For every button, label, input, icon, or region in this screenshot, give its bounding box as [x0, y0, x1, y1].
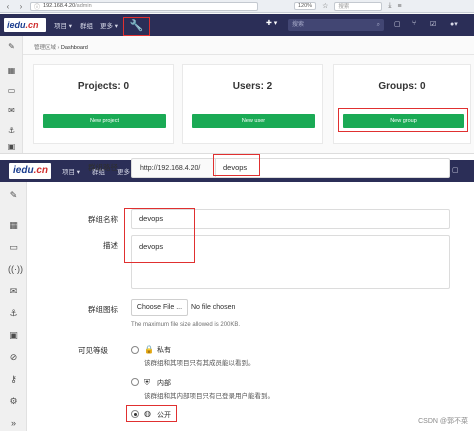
group-path-label: 群组路径 — [88, 163, 118, 172]
visibility-internal-title: 内部 — [157, 380, 171, 387]
site-logo[interactable]: iedu.cn — [9, 163, 51, 179]
wrench-icon[interactable]: ✎ — [7, 42, 16, 51]
url-path: /admin — [75, 3, 92, 9]
forward-icon[interactable]: › — [16, 2, 26, 11]
address-bar[interactable]: ⓘ 192.168.4.20 /admin — [30, 1, 258, 11]
visibility-private-radio[interactable] — [131, 346, 139, 354]
system-info-icon[interactable]: ((·)) — [8, 264, 23, 275]
choose-file-button[interactable]: Choose File ... — [131, 299, 188, 316]
messages-icon[interactable]: ✉ — [7, 106, 16, 115]
group-path-prefix: http://192.168.4.20/ — [131, 158, 215, 178]
groups-count: Groups: 0 — [378, 81, 426, 92]
group-avatar-label: 群组图标 — [88, 305, 118, 314]
group-path-highlight — [213, 154, 260, 176]
avatar[interactable]: ●▾ — [450, 20, 458, 28]
search-icon: ⌕ — [376, 22, 380, 28]
nav-projects[interactable]: 项目 ▾ — [54, 20, 72, 30]
messages-icon[interactable]: ✉ — [8, 286, 19, 297]
wrench-icon[interactable]: ✎ — [8, 190, 19, 201]
info-icon: ⓘ — [34, 4, 41, 11]
projects-card: Projects: 0 New project — [33, 64, 174, 144]
file-status: No file chosen — [191, 304, 236, 311]
new-user-button[interactable]: New user — [192, 114, 315, 128]
public-visibility-highlight — [126, 405, 177, 422]
top-navbar: iedu.cn 项目 ▾ 群组 更多 ▾ ✚ ▾ 搜索 ⌕ ▢ ⑂ ☑ ●▾ — [0, 14, 474, 36]
monitoring-icon[interactable]: ▭ — [7, 86, 16, 95]
breadcrumb-parent[interactable]: 管理区域 — [34, 45, 56, 51]
new-project-button[interactable]: New project — [43, 114, 166, 128]
breadcrumb: 管理区域 › Dashboard — [34, 43, 88, 51]
issues-icon[interactable]: ▢ — [452, 166, 459, 174]
back-icon[interactable]: ‹ — [3, 2, 13, 11]
file-size-help: The maximum file size allowed is 200KB. — [131, 322, 241, 328]
url-host: 192.168.4.20 — [43, 3, 76, 9]
visibility-internal-radio[interactable] — [131, 378, 139, 386]
menu-icon[interactable]: ≡ — [397, 3, 401, 10]
merge-request-icon[interactable]: ⑂ — [412, 20, 416, 27]
apps-icon[interactable]: ▣ — [8, 330, 19, 341]
issues-icon[interactable]: ▢ — [394, 20, 401, 28]
browser-toolbar: ‹ › ⓘ 192.168.4.20 /admin 120% ☆ 搜索 ⤓ ≡ — [0, 0, 474, 13]
abuse-icon[interactable]: ⊘ — [8, 352, 19, 363]
hooks-icon[interactable]: ⚓ — [8, 308, 19, 319]
visibility-private-desc: 该群组和其项目只有其成员能以看到。 — [144, 360, 255, 367]
group-sidebar: ✎ ▦ ▭ ((·)) ✉ ⚓ ▣ ⊘ ⚷ ⚙ » — [0, 182, 27, 431]
visibility-private-title: 私有 — [157, 347, 171, 354]
apps-icon[interactable]: ▣ — [7, 142, 16, 151]
lock-icon: 🔒 — [144, 345, 154, 354]
new-dropdown-icon[interactable]: ✚ ▾ — [266, 19, 277, 27]
groups-card: Groups: 0 New group — [333, 64, 471, 144]
site-logo[interactable]: iedu.cn — [4, 18, 46, 32]
visibility-label: 可见等级 — [78, 346, 108, 355]
nav-search-input[interactable]: 搜索 ⌕ — [288, 19, 384, 31]
admin-sidebar: ✎ ▦ ▭ ✉ ⚓ ▣ — [0, 36, 23, 153]
download-icon[interactable]: ⤓ — [388, 2, 391, 10]
admin-dashboard-screenshot: ‹ › ⓘ 192.168.4.20 /admin 120% ☆ 搜索 ⤓ ≡ … — [0, 0, 474, 153]
projects-count: Projects: 0 — [77, 81, 130, 92]
settings-icon[interactable]: ⚙ — [8, 396, 19, 407]
divider — [23, 54, 474, 55]
todo-icon[interactable]: ☑ — [430, 20, 436, 28]
overview-icon[interactable]: ▦ — [7, 66, 16, 75]
watermark: CSDN @郭不菜 — [418, 418, 468, 425]
hooks-icon[interactable]: ⚓ — [7, 126, 16, 135]
admin-area-wrench-icon[interactable]: 🔧 — [123, 17, 150, 36]
visibility-internal-desc: 该群组和其内部项目只有已登录用户能看到。 — [144, 393, 274, 400]
description-label: 描述 — [103, 241, 118, 250]
nav-more[interactable]: 更多 ▾ — [100, 20, 118, 30]
breadcrumb-current: Dashboard — [60, 45, 88, 51]
collapse-sidebar-icon[interactable]: » — [8, 418, 19, 429]
users-card: Users: 2 New user — [182, 64, 323, 144]
browser-search-input[interactable]: 搜索 — [334, 1, 383, 11]
monitoring-icon[interactable]: ▭ — [8, 242, 19, 253]
star-icon[interactable]: ☆ — [322, 2, 328, 10]
users-count: Users: 2 — [232, 81, 273, 92]
breadcrumb-separator: › — [57, 45, 60, 51]
zoom-level[interactable]: 120% — [294, 2, 317, 10]
name-description-highlight — [124, 208, 195, 263]
overview-icon[interactable]: ▦ — [8, 220, 19, 231]
shield-icon: ⛨ — [144, 378, 150, 387]
group-name-label: 群组名称 — [88, 215, 118, 224]
nav-groups[interactable]: 群组 — [80, 20, 93, 30]
new-group-form-screenshot: iedu.cn 项目 ▾ 群组 更多 ▾ 🔧 ✚ ▾ 搜索 ▢ ✎ ▦ ▭ ((… — [0, 153, 474, 431]
new-group-highlight — [338, 108, 468, 132]
key-icon[interactable]: ⚷ — [8, 374, 19, 385]
